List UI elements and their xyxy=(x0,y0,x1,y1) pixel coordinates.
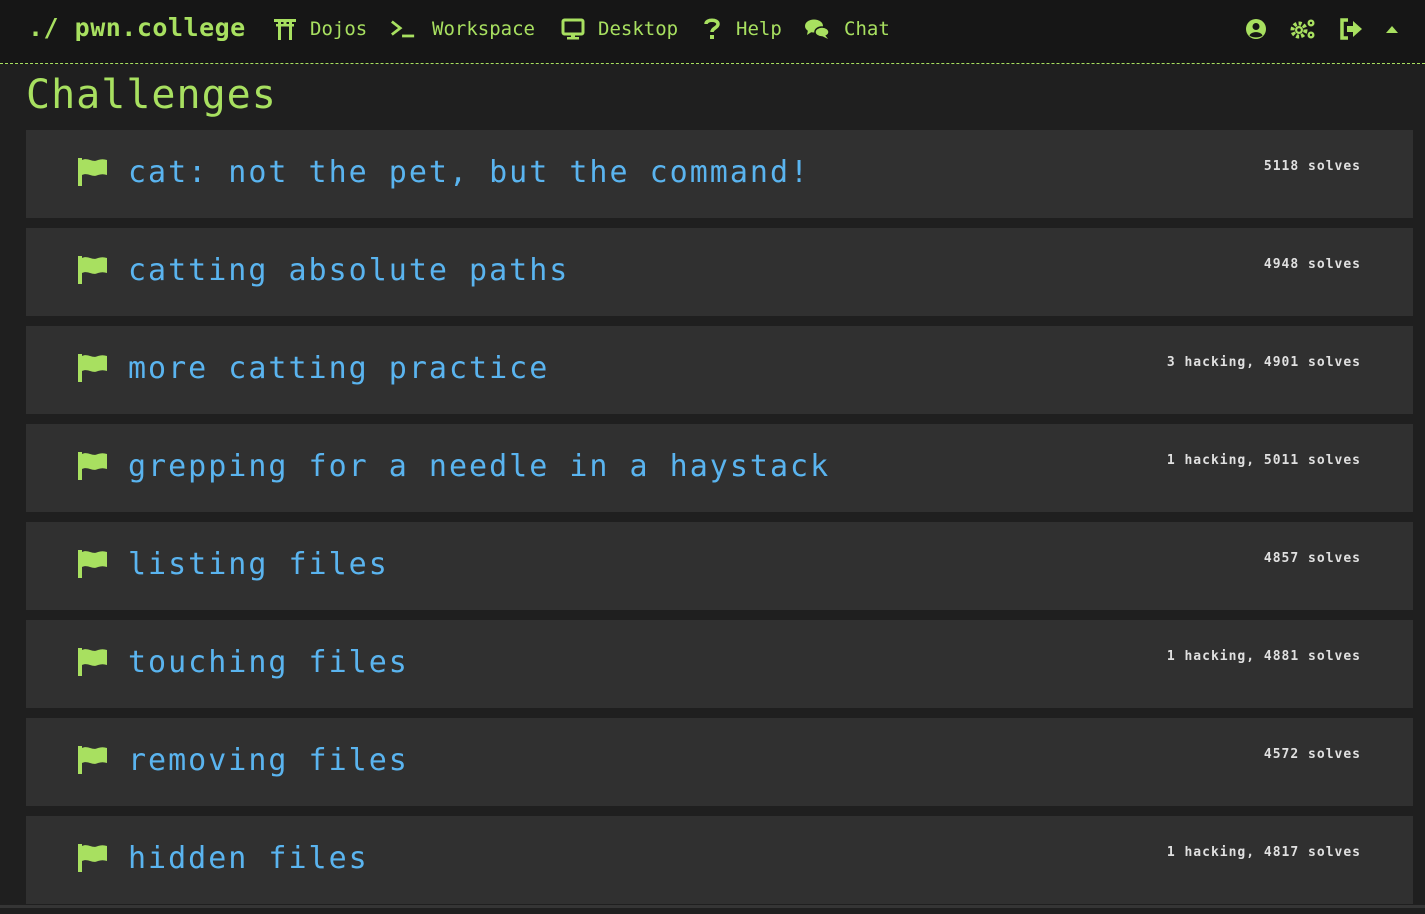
torii-gate-icon xyxy=(272,17,298,41)
nav-item-label: Help xyxy=(736,18,782,40)
challenge-row[interactable]: grepping for a needle in a haystack 1 hac… xyxy=(26,424,1413,512)
challenge-solve-count: 1 hacking, 4881 solves xyxy=(1166,649,1361,664)
nav-item-dojos[interactable]: Dojos xyxy=(272,16,367,42)
challenge-solve-count: 5118 solves xyxy=(1263,159,1361,174)
challenge-solve-count: 4948 solves xyxy=(1263,257,1361,272)
logout-icon[interactable] xyxy=(1339,17,1363,41)
chat-bubbles-icon xyxy=(804,17,830,41)
challenge-row[interactable]: touching files 1 hacking, 4881 solves xyxy=(26,620,1413,708)
flag-icon xyxy=(78,256,108,284)
challenge-row[interactable]: cat: not the pet, but the command! 5118 s… xyxy=(26,130,1413,218)
challenge-solve-count: 1 hacking, 4817 solves xyxy=(1166,845,1361,860)
challenge-name[interactable]: more catting practice xyxy=(128,348,549,390)
challenge-solve-count: 1 hacking, 5011 solves xyxy=(1166,453,1361,468)
caret-up-icon[interactable] xyxy=(1380,17,1404,41)
challenge-name[interactable]: listing files xyxy=(128,544,389,586)
user-circle-icon[interactable] xyxy=(1244,17,1268,41)
challenge-solve-count: 3 hacking, 4901 solves xyxy=(1166,355,1361,370)
flag-icon xyxy=(78,550,108,578)
challenge-name[interactable]: cat: not the pet, but the command! xyxy=(128,152,810,194)
page-title: Challenges xyxy=(26,72,277,118)
flag-icon xyxy=(78,354,108,382)
nav-item-chat[interactable]: Chat xyxy=(804,16,890,42)
brand-logo-link[interactable]: ./ pwn.college xyxy=(28,13,246,42)
challenge-name[interactable]: removing files xyxy=(128,740,409,782)
flag-icon xyxy=(78,158,108,186)
challenge-row[interactable]: more catting practice 3 hacking, 4901 sol… xyxy=(26,326,1413,414)
flag-icon xyxy=(78,746,108,774)
challenge-name[interactable]: catting absolute paths xyxy=(128,250,569,292)
challenge-solve-count: 4857 solves xyxy=(1263,551,1361,566)
question-icon xyxy=(702,17,722,41)
challenge-name[interactable]: grepping for a needle in a haystack xyxy=(128,446,830,488)
challenge-list: cat: not the pet, but the command! 5118 s… xyxy=(26,130,1413,914)
nav-item-desktop[interactable]: Desktop xyxy=(560,16,678,42)
nav-item-label: Desktop xyxy=(598,18,679,40)
challenge-solve-count: 4572 solves xyxy=(1263,747,1361,762)
challenge-row[interactable]: catting absolute paths 4948 solves xyxy=(26,228,1413,316)
nav-item-help[interactable]: Help xyxy=(702,16,782,42)
challenge-row[interactable]: listing files 4857 solves xyxy=(26,522,1413,610)
challenge-row[interactable]: hidden files 1 hacking, 4817 solves xyxy=(26,816,1413,904)
flag-icon xyxy=(78,844,108,872)
challenge-name[interactable]: hidden files xyxy=(128,838,369,880)
nav-item-label: Dojos xyxy=(310,18,368,40)
challenge-name[interactable]: touching files xyxy=(128,642,409,684)
nav-item-workspace[interactable]: Workspace xyxy=(390,16,535,42)
challenge-row[interactable]: removing files 4572 solves xyxy=(26,718,1413,806)
nav-item-label: Chat xyxy=(844,18,890,40)
flag-icon xyxy=(78,648,108,676)
nav-item-label: Workspace xyxy=(432,18,535,40)
cogs-icon[interactable] xyxy=(1290,17,1318,41)
flag-icon xyxy=(78,452,108,480)
desktop-icon xyxy=(560,17,586,41)
terminal-icon xyxy=(390,17,416,41)
navbar: ./ pwn.college Dojos Workspace Desktop H… xyxy=(0,0,1425,64)
